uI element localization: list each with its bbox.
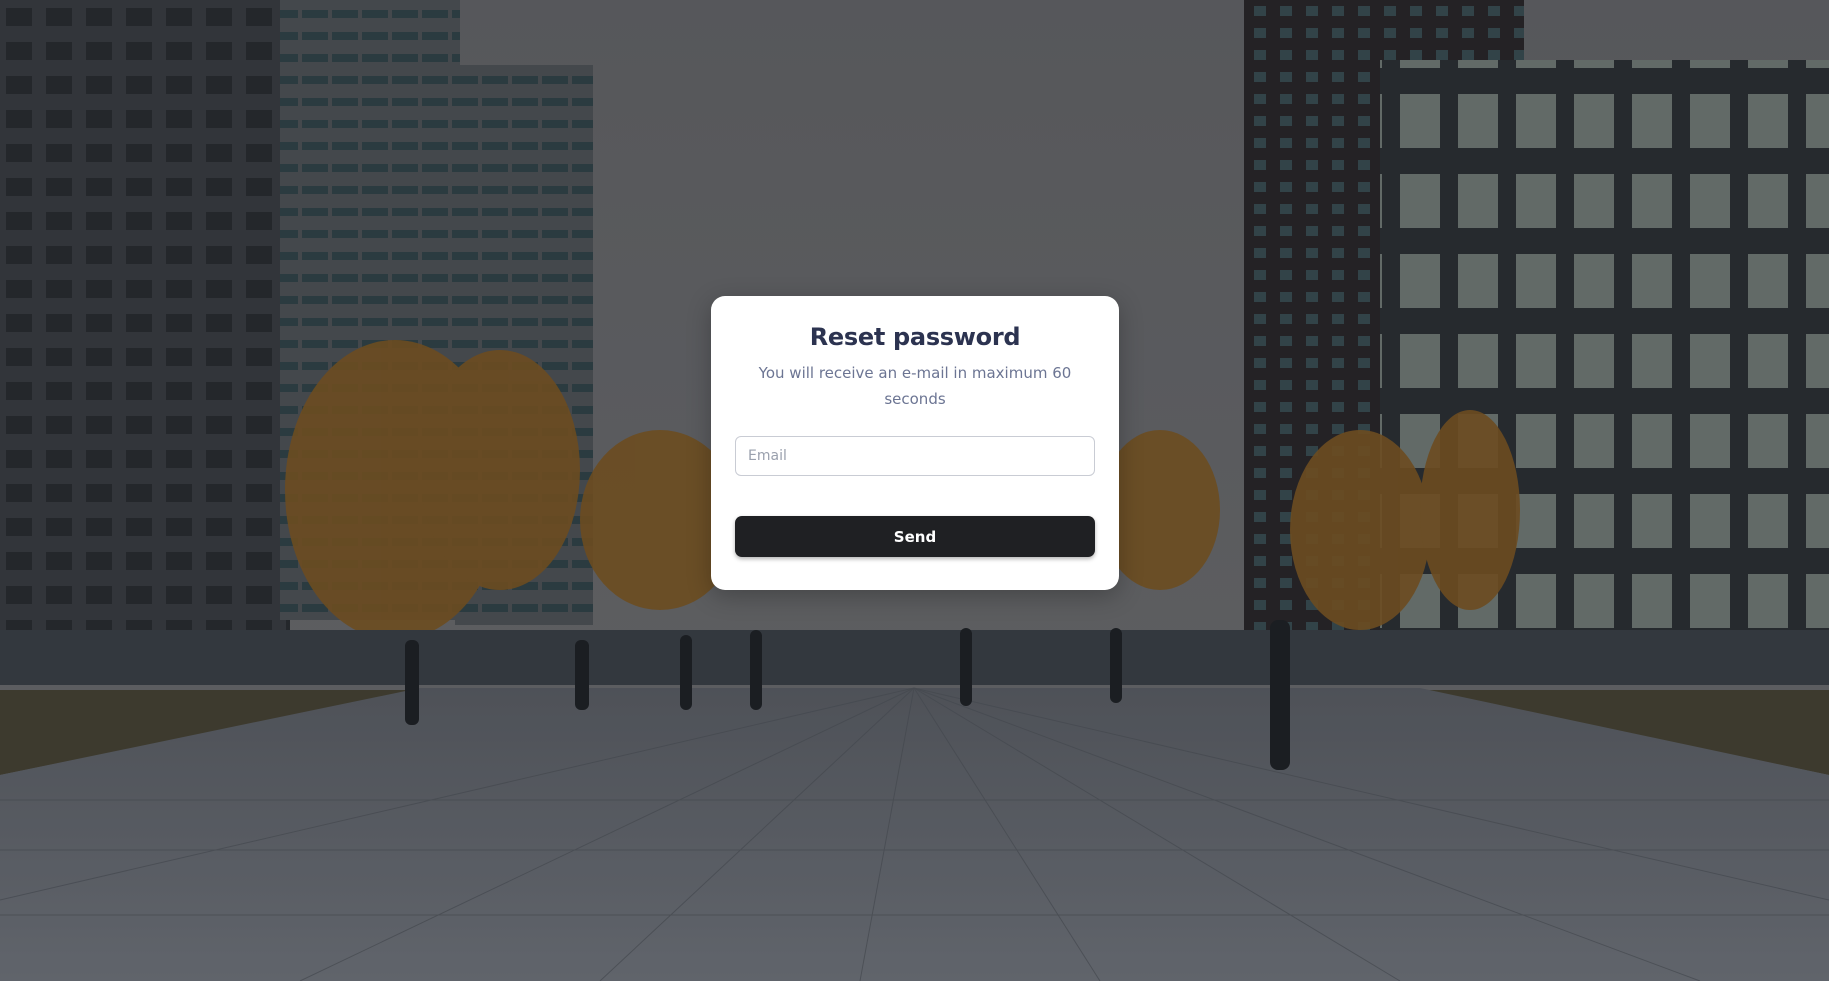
page-title: Reset password [809,323,1021,351]
email-field[interactable] [735,436,1095,476]
reset-instructions: You will receive an e-mail in maximum 60… [758,364,1072,408]
send-button[interactable]: Send [735,516,1095,557]
reset-password-card: Reset password You will receive an e-mai… [711,296,1119,590]
